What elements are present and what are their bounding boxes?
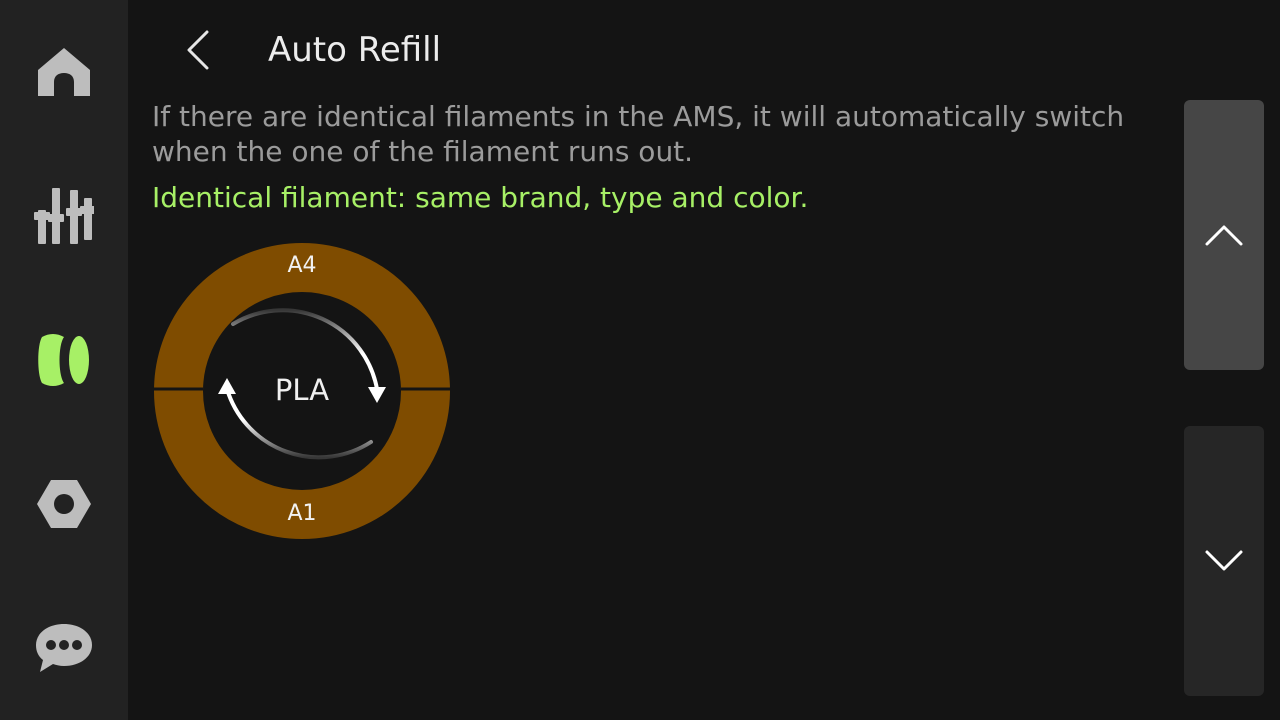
sidebar-item-home[interactable] <box>0 22 128 122</box>
filament-icon <box>38 334 89 386</box>
sidebar-item-settings[interactable] <box>0 454 128 554</box>
sidebar-item-messages[interactable] <box>0 598 128 698</box>
slot-label-top: A4 <box>287 253 317 278</box>
settings-icon <box>37 480 91 528</box>
chevron-down-icon <box>1205 550 1243 571</box>
filament-type-label: PLA <box>274 373 330 407</box>
sidebar <box>0 0 128 720</box>
home-icon <box>38 48 90 96</box>
scroll-down-button[interactable] <box>1184 426 1264 696</box>
page-title: Auto Refill <box>268 30 442 70</box>
identical-filament-note: Identical filament: same brand, type and… <box>152 181 809 214</box>
back-button[interactable] <box>176 22 220 78</box>
slot-label-bottom: A1 <box>287 501 317 526</box>
chevron-up-icon <box>1205 225 1243 246</box>
scroll-up-button[interactable] <box>1184 100 1264 370</box>
main-content: Auto Refill If there are identical filam… <box>128 0 1168 720</box>
sidebar-item-controls[interactable] <box>0 166 128 266</box>
sidebar-item-filament[interactable] <box>0 310 128 410</box>
description-text: If there are identical filaments in the … <box>152 100 1125 168</box>
controls-icon <box>34 188 94 244</box>
message-icon <box>36 624 92 672</box>
chevron-left-icon <box>187 30 209 70</box>
filament-ring: A4 PLA A1 <box>153 242 451 540</box>
